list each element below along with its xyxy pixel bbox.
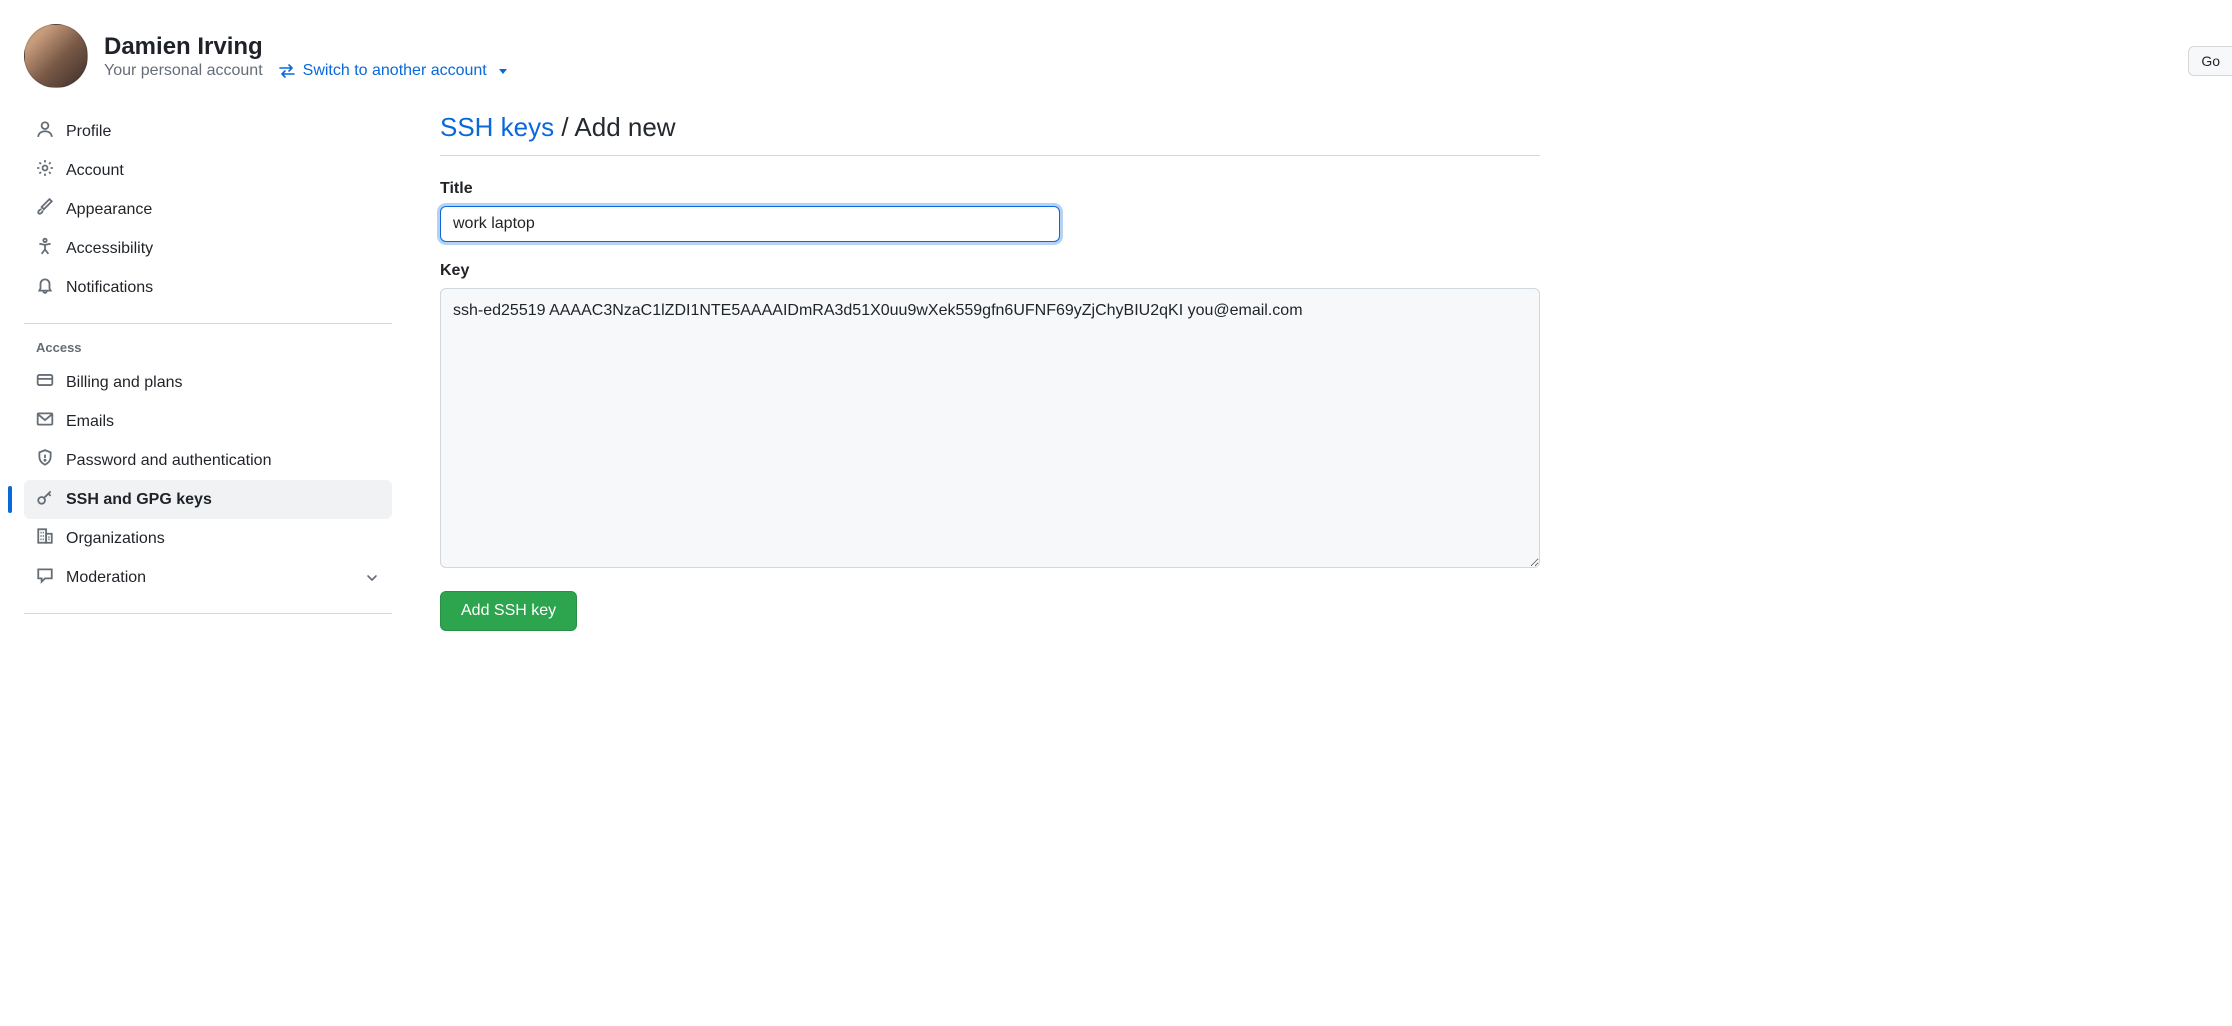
sidebar-item-account[interactable]: Account (24, 151, 392, 190)
gear-icon (36, 159, 54, 182)
sidebar-item-label: Emails (66, 413, 114, 431)
key-icon (36, 488, 54, 511)
title-label: Title (440, 180, 1540, 198)
bell-icon (36, 276, 54, 299)
sidebar-item-label: Profile (66, 123, 111, 141)
person-icon (36, 120, 54, 143)
sidebar-item-appearance[interactable]: Appearance (24, 190, 392, 229)
main-content: SSH keys / Add new Title Key Add SSH key (440, 112, 1540, 631)
sidebar-item-accessibility[interactable]: Accessibility (24, 229, 392, 268)
sidebar-item-label: Billing and plans (66, 374, 183, 392)
brush-icon (36, 198, 54, 221)
nav-heading-access: Access (24, 332, 392, 363)
breadcrumb-current: Add new (574, 112, 675, 142)
sidebar-item-password-and-authentication[interactable]: Password and authentication (24, 441, 392, 480)
sidebar-item-label: Notifications (66, 279, 153, 297)
sidebar-item-profile[interactable]: Profile (24, 112, 392, 151)
switch-account-link[interactable]: Switch to another account (279, 62, 507, 80)
settings-sidebar: Profile Account Appearance Accessibility Not… (24, 112, 392, 631)
comment-icon (36, 566, 54, 589)
key-label: Key (440, 262, 1540, 280)
sidebar-item-notifications[interactable]: Notifications (24, 268, 392, 307)
account-name: Damien Irving (104, 32, 507, 62)
sidebar-item-label: Password and authentication (66, 452, 271, 470)
mail-icon (36, 410, 54, 433)
credit-card-icon (36, 371, 54, 394)
sidebar-item-billing-and-plans[interactable]: Billing and plans (24, 363, 392, 402)
sidebar-item-organizations[interactable]: Organizations (24, 519, 392, 558)
sidebar-item-label: SSH and GPG keys (66, 491, 212, 509)
nav-divider (24, 323, 392, 324)
sidebar-item-ssh-and-gpg-keys[interactable]: SSH and GPG keys (24, 480, 392, 519)
title-input[interactable] (440, 206, 1060, 242)
sidebar-item-label: Moderation (66, 569, 146, 587)
add-ssh-key-button[interactable]: Add SSH key (440, 591, 577, 631)
switch-icon (279, 63, 295, 79)
account-header: Damien Irving Your personal account Swit… (24, 24, 2232, 88)
sidebar-item-label: Organizations (66, 530, 165, 548)
avatar[interactable] (24, 24, 88, 88)
accessibility-icon (36, 237, 54, 260)
page-title: SSH keys / Add new (440, 112, 1540, 156)
nav-divider (24, 613, 392, 614)
go-button[interactable]: Go (2188, 46, 2232, 76)
chevron-down-icon (499, 69, 507, 74)
sidebar-item-moderation[interactable]: Moderation (24, 558, 392, 597)
sidebar-item-emails[interactable]: Emails (24, 402, 392, 441)
sidebar-item-label: Accessibility (66, 240, 153, 258)
account-subtitle: Your personal account (104, 62, 263, 80)
sidebar-item-label: Appearance (66, 201, 152, 219)
breadcrumb-link[interactable]: SSH keys (440, 112, 554, 142)
chevron-down-icon (364, 570, 380, 586)
sidebar-item-label: Account (66, 162, 124, 180)
organization-icon (36, 527, 54, 550)
shield-icon (36, 449, 54, 472)
key-textarea[interactable] (440, 288, 1540, 568)
